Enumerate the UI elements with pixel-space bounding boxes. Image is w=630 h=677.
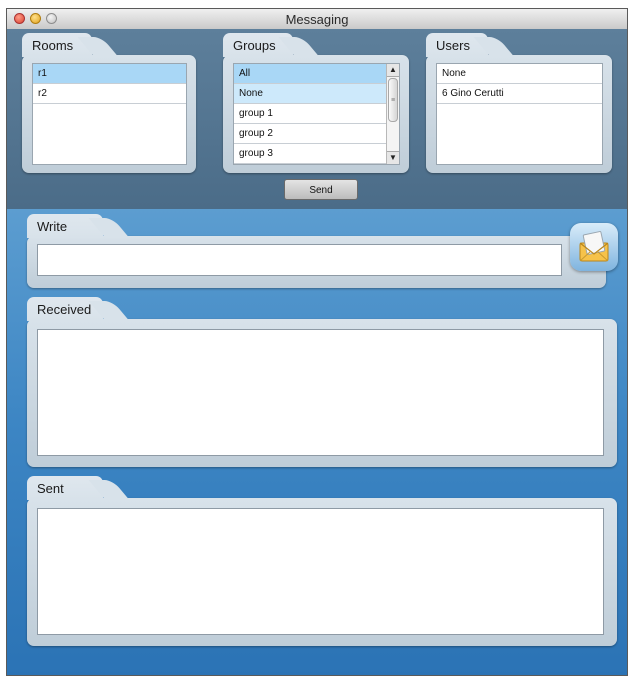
users-label: Users bbox=[436, 38, 470, 53]
window-title: Messaging bbox=[285, 12, 349, 27]
rooms-label: Rooms bbox=[32, 38, 74, 53]
received-messages-area[interactable] bbox=[37, 329, 604, 456]
scroll-down-arrow-icon[interactable]: ▼ bbox=[387, 151, 399, 164]
groups-scrollbar[interactable]: ▲ ≡ ▼ bbox=[386, 64, 399, 164]
rooms-list-item[interactable]: r1 bbox=[33, 64, 186, 84]
write-tab: Write bbox=[27, 214, 103, 238]
scroll-thumb[interactable]: ≡ bbox=[388, 78, 398, 122]
write-label: Write bbox=[37, 219, 68, 234]
groups-list-item[interactable]: group 2 bbox=[234, 124, 386, 144]
send-button[interactable]: Send bbox=[284, 179, 358, 200]
received-tab: Received bbox=[27, 297, 103, 321]
users-list-item[interactable]: None bbox=[437, 64, 602, 84]
sent-messages-area[interactable] bbox=[37, 508, 604, 635]
received-panel: Received bbox=[27, 297, 617, 467]
groups-panel: Groups All None group 1 group 2 group 3 … bbox=[223, 33, 409, 173]
write-panel: Write bbox=[27, 214, 606, 288]
sent-label: Sent bbox=[37, 481, 64, 496]
users-tab: Users bbox=[426, 33, 488, 57]
groups-tab: Groups bbox=[223, 33, 293, 57]
groups-list-item[interactable]: None bbox=[234, 84, 386, 104]
rooms-list[interactable]: r1 r2 bbox=[32, 63, 187, 165]
users-list-item[interactable]: 6 Gino Cerutti bbox=[437, 84, 602, 104]
messaging-window: Messaging Rooms r1 r2 Groups All None gr… bbox=[6, 8, 628, 676]
rooms-panel: Rooms r1 r2 bbox=[22, 33, 196, 173]
groups-list-item[interactable]: All bbox=[234, 64, 386, 84]
groups-list-item[interactable]: group 1 bbox=[234, 104, 386, 124]
received-label: Received bbox=[37, 302, 92, 317]
title-bar: Messaging bbox=[7, 9, 627, 30]
groups-label: Groups bbox=[233, 38, 276, 53]
send-mail-button[interactable] bbox=[570, 223, 618, 271]
users-panel: Users None 6 Gino Cerutti bbox=[426, 33, 612, 173]
sent-panel: Sent bbox=[27, 476, 617, 646]
rooms-list-item[interactable]: r2 bbox=[33, 84, 186, 104]
rooms-tab: Rooms bbox=[22, 33, 92, 57]
groups-list[interactable]: All None group 1 group 2 group 3 ▲ ≡ ▼ bbox=[233, 63, 400, 165]
write-message-input[interactable] bbox=[37, 244, 562, 276]
scroll-up-arrow-icon[interactable]: ▲ bbox=[387, 64, 399, 77]
sent-tab: Sent bbox=[27, 476, 103, 500]
envelope-icon bbox=[579, 231, 609, 262]
groups-list-item[interactable]: group 3 bbox=[234, 144, 386, 164]
users-list[interactable]: None 6 Gino Cerutti bbox=[436, 63, 603, 165]
